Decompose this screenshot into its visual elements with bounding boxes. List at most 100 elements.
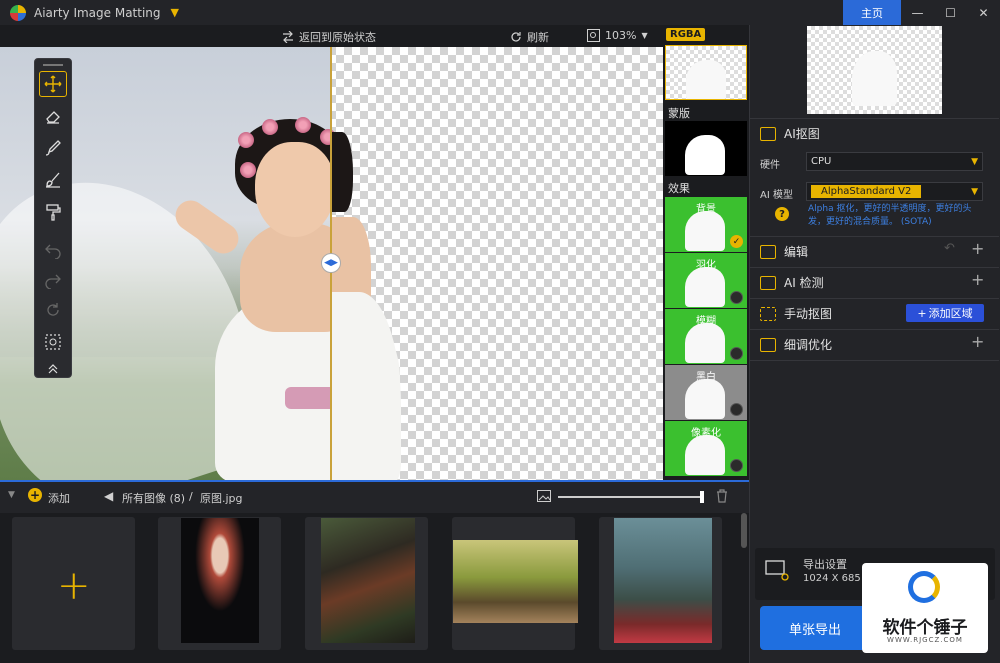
check-icon: ✓ bbox=[730, 235, 743, 248]
radio-icon[interactable] bbox=[730, 403, 743, 416]
eraser-icon[interactable] bbox=[39, 103, 67, 129]
export-title: 导出设置 bbox=[803, 558, 847, 571]
chevron-down-icon: ▼ bbox=[641, 31, 648, 40]
expand-plus-icon[interactable]: + bbox=[971, 332, 984, 351]
collapse-icon[interactable] bbox=[39, 356, 67, 382]
watermark-url: WWW.RJGCZ.COM bbox=[887, 636, 963, 644]
slider-handle[interactable] bbox=[700, 491, 704, 503]
model-select[interactable]: AlphaStandard V2 ▼ bbox=[806, 182, 983, 201]
hair-flower bbox=[295, 117, 311, 133]
breadcrumb-all[interactable]: 所有图像 (8) bbox=[122, 490, 185, 506]
zoom-control[interactable]: 103% ▼ bbox=[587, 29, 648, 42]
help-icon[interactable]: ? bbox=[775, 207, 789, 221]
mask-label: 蒙版 bbox=[668, 107, 690, 120]
gallery-thumbnail-bicycle[interactable] bbox=[453, 540, 578, 623]
thumbnail-size-slider[interactable] bbox=[558, 496, 703, 498]
watermark-text: 软件个锤子 bbox=[882, 618, 968, 638]
watermark-logo-icon bbox=[908, 571, 940, 603]
app-title: Aiarty Image Matting bbox=[34, 5, 161, 20]
refine-header[interactable]: 细调优化 bbox=[760, 336, 832, 353]
move-icon[interactable] bbox=[39, 71, 67, 97]
expand-plus-icon[interactable]: + bbox=[971, 239, 984, 258]
zoom-icon bbox=[587, 29, 600, 42]
close-button[interactable]: ✕ bbox=[967, 0, 1000, 25]
trash-icon[interactable] bbox=[716, 489, 728, 503]
redo-icon[interactable] bbox=[39, 267, 67, 293]
hardware-select[interactable]: CPU ▼ bbox=[806, 152, 983, 171]
ai-detect-icon bbox=[760, 275, 776, 290]
gallery-thumbnail-forest[interactable] bbox=[321, 518, 415, 643]
cutout-hair bbox=[331, 132, 353, 212]
back-arrow-icon[interactable]: ◀ bbox=[104, 489, 113, 503]
model-label: AI 模型 bbox=[760, 190, 793, 201]
effects-label: 效果 bbox=[668, 182, 690, 195]
ai-detect-header[interactable]: AI 检测 bbox=[760, 274, 824, 291]
undo-icon[interactable]: ↶ bbox=[944, 241, 955, 256]
effect-blur-thumbnail[interactable]: 模糊 bbox=[665, 309, 747, 364]
single-export-button[interactable]: 单张导出 bbox=[760, 606, 870, 650]
effect-background-thumbnail[interactable]: 背景 ✓ bbox=[665, 197, 747, 252]
gallery-scrollbar[interactable] bbox=[741, 513, 747, 548]
rgba-tab[interactable]: RGBA bbox=[666, 28, 706, 41]
home-button[interactable]: 主页 bbox=[843, 0, 901, 25]
rgba-thumbnail[interactable] bbox=[665, 45, 747, 100]
effect-bw-thumbnail[interactable]: 黑白 bbox=[665, 365, 747, 420]
chevron-down-icon[interactable]: ▼ bbox=[171, 6, 179, 19]
refresh-label: 刷新 bbox=[527, 31, 549, 44]
panel-grip[interactable] bbox=[43, 64, 63, 66]
gallery-thumbnail-jellyfish[interactable] bbox=[181, 518, 259, 643]
refresh-button[interactable]: 刷新 bbox=[510, 29, 549, 45]
manual-title: 手动抠图 bbox=[784, 307, 833, 321]
ai-matting-header[interactable]: AI抠图 bbox=[760, 125, 820, 142]
subject-face bbox=[255, 142, 335, 237]
hardware-value: CPU bbox=[811, 156, 832, 167]
edit-icon bbox=[760, 244, 776, 259]
maximize-button[interactable]: ☐ bbox=[934, 0, 967, 25]
edit-header[interactable]: 编辑 bbox=[760, 243, 808, 260]
brush-icon[interactable] bbox=[39, 135, 67, 161]
restore-brush-icon[interactable] bbox=[39, 167, 67, 193]
collapse-gallery-icon[interactable]: ▼ bbox=[8, 490, 15, 500]
manual-matting-icon bbox=[760, 306, 776, 321]
hair-flower bbox=[238, 132, 254, 148]
add-area-label: 添加区域 bbox=[928, 307, 973, 320]
undo-icon[interactable] bbox=[39, 237, 67, 263]
app-logo-icon bbox=[10, 4, 26, 21]
paint-roller-icon[interactable] bbox=[39, 199, 67, 225]
add-image-button[interactable]: 添加 bbox=[48, 490, 70, 506]
image-canvas[interactable]: ◀▶ bbox=[0, 47, 663, 480]
gallery-thumbnail-woman-red-dress[interactable] bbox=[614, 518, 712, 643]
radio-icon[interactable] bbox=[730, 291, 743, 304]
ai-detect-title: AI 检测 bbox=[784, 276, 824, 290]
model-description: Alpha 抠化，更好的半透明度，更好的头发，更好的混合质量。 (SOTA) bbox=[808, 204, 972, 227]
edit-title: 编辑 bbox=[784, 245, 809, 259]
effect-pixelate-thumbnail[interactable]: 像素化 bbox=[665, 421, 747, 476]
cutout-dress bbox=[331, 292, 401, 480]
output-preview bbox=[807, 26, 942, 114]
compare-handle-icon[interactable]: ◀▶ bbox=[321, 253, 341, 273]
radio-icon[interactable] bbox=[730, 347, 743, 360]
reset-original-label: 返回到原始状态 bbox=[299, 31, 376, 44]
ai-matting-title: AI抠图 bbox=[784, 127, 820, 141]
radio-icon[interactable] bbox=[730, 459, 743, 472]
reset-original-button[interactable]: 返回到原始状态 bbox=[282, 29, 376, 45]
add-plus-icon[interactable]: + bbox=[57, 563, 91, 609]
hair-flower bbox=[262, 119, 278, 135]
manual-header[interactable]: 手动抠图 bbox=[760, 305, 832, 322]
add-plus-icon[interactable]: + bbox=[28, 488, 42, 502]
refine-title: 细调优化 bbox=[784, 338, 833, 352]
refresh-icon bbox=[511, 32, 521, 42]
tool-panel bbox=[34, 58, 72, 378]
minimize-button[interactable]: — bbox=[901, 0, 934, 25]
add-area-button[interactable]: + 添加区域 bbox=[906, 304, 984, 322]
swap-icon bbox=[283, 31, 293, 43]
mask-thumbnail[interactable] bbox=[665, 121, 747, 176]
reset-icon[interactable] bbox=[39, 297, 67, 323]
hardware-label: 硬件 bbox=[760, 160, 780, 171]
select-frame-icon[interactable] bbox=[39, 329, 67, 355]
export-size: 1024 X 685 bbox=[803, 573, 861, 584]
monitor-settings-icon bbox=[765, 560, 789, 581]
plus-icon: + bbox=[917, 306, 927, 320]
effect-feather-thumbnail[interactable]: 羽化 bbox=[665, 253, 747, 308]
expand-plus-icon[interactable]: + bbox=[971, 270, 984, 289]
